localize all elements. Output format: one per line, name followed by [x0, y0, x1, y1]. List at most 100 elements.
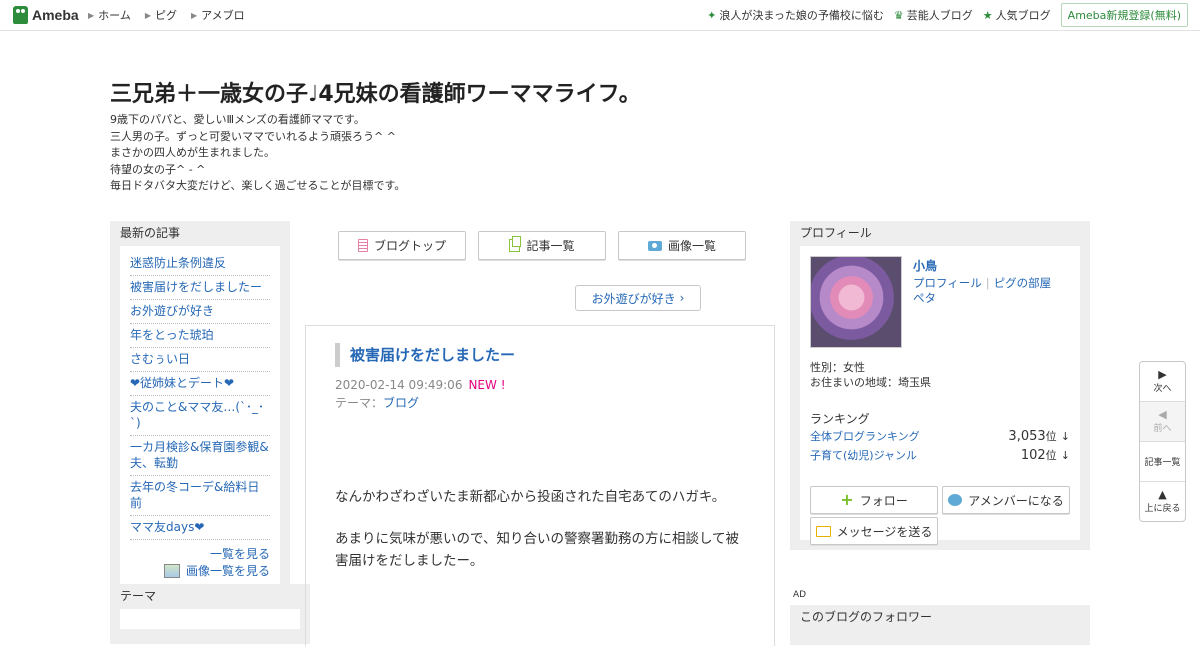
- nav-ameblo-label: アメブロ: [201, 9, 245, 22]
- image-list-link[interactable]: 画像一覧を見る: [130, 562, 270, 579]
- article-theme: テーマ：ブログ: [335, 394, 419, 411]
- peta-link[interactable]: ペタ: [913, 291, 936, 305]
- entry-list-button[interactable]: 記事一覧: [478, 231, 606, 260]
- back-to-top-button[interactable]: ▲ 上に戻る: [1140, 482, 1185, 521]
- nav-pig-label: ピグ: [154, 9, 177, 22]
- image-list-label: 画像一覧を見る: [185, 564, 270, 578]
- profile-link[interactable]: プロフィール: [913, 276, 982, 290]
- recent-entry-link[interactable]: 被害届けをだしましたー: [130, 276, 270, 300]
- chevron-right-icon: ›: [679, 291, 685, 305]
- nav-pig[interactable]: ▶ ピグ: [145, 7, 177, 23]
- blog-description-line: 毎日ドタバタ大変だけど、楽しく過ごせることが目標です。: [110, 179, 406, 192]
- plus-icon: +: [840, 490, 854, 509]
- left-sidebar: 最新の記事 迷惑防止条例違反 被害届けをだしましたー お外遊びが好き 年をとった…: [110, 221, 290, 599]
- recent-entries-heading: 最新の記事: [120, 226, 181, 240]
- chat-icon: [948, 494, 963, 506]
- article-title[interactable]: 被害届けをだしましたー: [335, 343, 515, 367]
- message-button[interactable]: メッセージを送る: [810, 517, 938, 545]
- arrow-up-icon: ▲: [1158, 488, 1167, 501]
- next-button[interactable]: ▶ 次へ: [1140, 362, 1185, 402]
- ameba-logo[interactable]: Ameba: [13, 6, 79, 24]
- profile-heading: プロフィール: [800, 226, 872, 240]
- arrow-down-icon: ↓: [1060, 430, 1070, 443]
- recent-entry-link[interactable]: お外遊びが好き: [130, 300, 270, 324]
- recent-entries-list: 迷惑防止条例違反 被害届けをだしましたー お外遊びが好き 年をとった琥珀 さむぅ…: [130, 252, 270, 540]
- pig-room-link[interactable]: ピグの部屋: [994, 276, 1052, 290]
- article-theme-link[interactable]: ブログ: [383, 396, 419, 410]
- trending-topic-link[interactable]: ✦ 浪人が決まった娘の予備校に悩む: [707, 7, 884, 23]
- blog-description-line: 9歳下のパパと、愛しいⅢメンズの看護師ママです。: [110, 113, 365, 126]
- previous-entry-button[interactable]: お外遊びが好き ›: [575, 285, 701, 311]
- nav-home[interactable]: ▶ ホーム: [88, 7, 131, 23]
- recent-entries-body: 迷惑防止条例違反 被害届けをだしましたー お外遊びが好き 年をとった琥珀 さむぅ…: [120, 246, 280, 589]
- recent-entry-link[interactable]: 夫のこと&ママ友…(`･_･`): [130, 396, 270, 436]
- blog-top-button[interactable]: ブログトップ: [338, 231, 466, 260]
- celebrity-blog-link[interactable]: ♛ 芸能人ブログ: [894, 7, 973, 23]
- article-body: なんかわざわざいたま新都心から投函された自宅あてのハガキ。 あまりに気味が悪いの…: [335, 486, 750, 592]
- recent-entry-link[interactable]: 年をとった琥珀: [130, 324, 270, 348]
- image-list-button[interactable]: 画像一覧: [618, 231, 746, 260]
- blog-description-line: 待望の女の子^ - ^: [110, 162, 206, 176]
- recent-entry-link[interactable]: 一カ月検診&保育園参観&夫、転勤: [130, 436, 270, 476]
- back-to-top-label: 上に戻る: [1144, 504, 1181, 514]
- entry-list-label: 記事一覧: [526, 239, 575, 253]
- blog-top-label: ブログトップ: [373, 239, 446, 253]
- amember-button[interactable]: アメンバーになる: [942, 486, 1070, 514]
- celebrity-blog-label: 芸能人ブログ: [906, 9, 973, 22]
- recent-entry-link[interactable]: 迷惑防止条例違反: [130, 252, 270, 276]
- nav-ameblo[interactable]: ▶ アメブロ: [191, 7, 245, 23]
- theme-heading: テーマ: [120, 589, 157, 603]
- theme-body: [120, 609, 300, 629]
- image-list-button-label: 画像一覧: [667, 239, 716, 253]
- copy-icon: [509, 236, 522, 252]
- profile-area: お住まいの地域：埼玉県: [810, 376, 931, 389]
- article-datetime: 2020-02-14 09:49:06: [335, 378, 463, 392]
- message-label: メッセージを送る: [836, 524, 933, 539]
- back-icon: ◀: [1158, 408, 1167, 421]
- global-header: Ameba ▶ ホーム ▶ ピグ ▶ アメブロ ✦ 浪人が決まった娘の予備校に悩む ♛ 芸…: [0, 0, 1200, 31]
- image-icon: [163, 563, 180, 578]
- prev-label: 前へ: [1153, 424, 1172, 434]
- ranking-number: 102: [1020, 448, 1046, 463]
- profile-gender: 性別：女性: [810, 361, 865, 374]
- register-button[interactable]: Ameba新規登録(無料): [1060, 3, 1188, 27]
- profile-links: プロフィール | ピグの部屋 ペタ: [913, 276, 1063, 306]
- popular-blog-link[interactable]: ★ 人気ブログ: [983, 7, 1051, 23]
- see-all-entries-link[interactable]: 一覧を見る: [130, 546, 270, 562]
- article-date: 2020-02-14 09:49:06 NEW !: [335, 378, 506, 392]
- ranking-genre-link[interactable]: 子育て(幼児)ジャンル: [810, 447, 917, 463]
- theme-box: テーマ: [110, 584, 310, 644]
- chevron-right-icon: ▶: [144, 10, 151, 20]
- separator: |: [985, 276, 990, 290]
- entry-list-side-button[interactable]: 記事一覧: [1140, 442, 1185, 482]
- ranking-number: 3,053: [1008, 429, 1046, 444]
- document-icon: [357, 239, 368, 252]
- ranking-value: 3,053位 ↓: [1008, 428, 1070, 444]
- new-badge: NEW !: [468, 378, 506, 392]
- blog-description-line: まさかの四人めが生まれました。: [110, 146, 275, 159]
- play-icon: ▶: [1158, 368, 1167, 381]
- prev-button[interactable]: ◀ 前へ: [1140, 402, 1185, 442]
- ameba-logo-icon: [13, 6, 28, 24]
- blog-description-line: 三人男の子。ずっと可愛いママでいれるよう頑張ろう^ ^: [110, 129, 396, 143]
- popular-blog-label: 人気ブログ: [995, 9, 1051, 22]
- ranking-row: 全体ブログランキング 3,053位 ↓: [810, 428, 1070, 444]
- trending-topic-label: 浪人が決まった娘の予備校に悩む: [719, 9, 884, 22]
- ranking-overall-link[interactable]: 全体ブログランキング: [810, 428, 920, 444]
- camera-icon: [647, 240, 662, 251]
- amember-label: アメンバーになる: [968, 493, 1064, 508]
- blog-title[interactable]: 三兄弟＋一歳女の子♩4兄妹の看護師ワーママライフ。: [110, 76, 641, 108]
- article: 被害届けをだしましたー 2020-02-14 09:49:06 NEW ! テーマ…: [305, 325, 775, 646]
- recent-entry-link[interactable]: さむぅい日: [130, 348, 270, 372]
- recent-entries-box: 最新の記事 迷惑防止条例違反 被害届けをだしましたー お外遊びが好き 年をとった…: [110, 221, 290, 599]
- ranking-unit: 位: [1045, 449, 1057, 462]
- follow-button[interactable]: + フォロー: [810, 486, 938, 514]
- profile-body: 小鳥 プロフィール | ピグの部屋 ペタ 性別：女性 お住まいの地域：埼玉県 ランキ…: [800, 246, 1080, 545]
- avatar[interactable]: [810, 256, 902, 348]
- recent-entry-link[interactable]: 去年の冬コーデ&給料日前: [130, 476, 270, 516]
- profile-name[interactable]: 小鳥: [913, 257, 937, 274]
- recent-entry-link[interactable]: ❤従姉妹とデート❤: [130, 372, 270, 396]
- chevron-right-icon: ▶: [88, 10, 95, 20]
- recent-entry-link[interactable]: ママ友days❤: [130, 516, 270, 540]
- previous-entry-label: お外遊びが好き: [591, 291, 676, 306]
